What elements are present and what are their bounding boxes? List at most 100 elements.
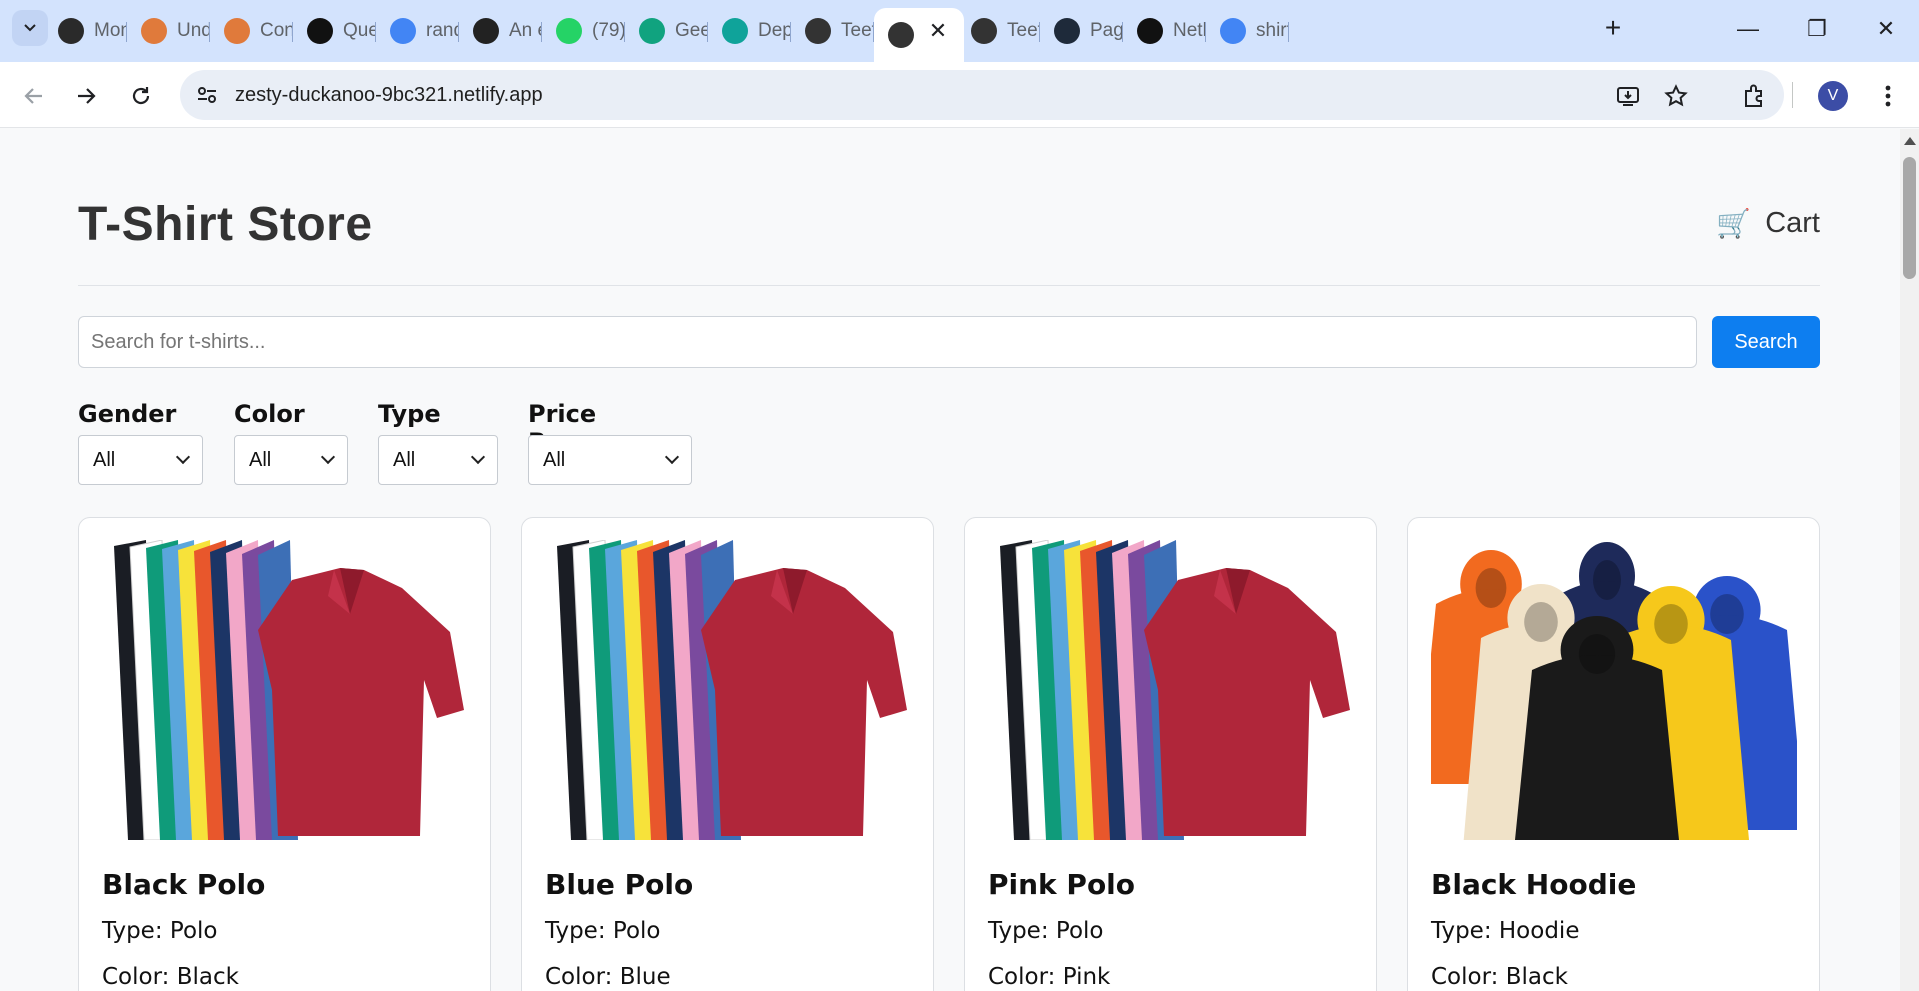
close-window-icon[interactable]: ✕: [1866, 12, 1906, 48]
arrow-left-icon: [24, 88, 42, 104]
product-card[interactable]: Black Polo Type: Polo Color: Black: [78, 517, 491, 991]
install-app-icon[interactable]: [1614, 82, 1642, 110]
tab-title: An e: [509, 20, 542, 41]
product-type: Type: Polo: [545, 918, 661, 944]
front-polo-shirt: [1144, 568, 1350, 836]
product-type: Type: Polo: [988, 918, 1104, 944]
select-value: All: [249, 448, 272, 471]
product-name: Blue Polo: [545, 868, 694, 901]
tab-title: Que: [343, 20, 376, 41]
close-tab-icon[interactable]: ✕: [926, 20, 950, 44]
browser-tab[interactable]: Que: [293, 8, 376, 54]
browser-tab[interactable]: Netl: [1123, 8, 1206, 54]
arrow-right-icon: [78, 88, 96, 104]
url-text: zesty-duckanoo-9bc321.netlify.app: [235, 84, 543, 106]
tab-title: Pag: [1090, 20, 1123, 41]
tab-title: Con: [260, 20, 293, 41]
tab-title: rand: [426, 20, 459, 41]
tshirt-favicon-icon: [888, 22, 914, 48]
polo-shirts-image: [102, 540, 468, 840]
page-title: T-Shirt Store: [78, 198, 373, 251]
browser-toolbar: zesty-duckanoo-9bc321.netlify.app V: [0, 62, 1919, 128]
cart-icon: 🛒: [1716, 208, 1752, 239]
price-range-select[interactable]: All: [528, 435, 692, 485]
select-value: All: [393, 448, 416, 471]
browser-tab[interactable]: Pag: [1040, 8, 1123, 54]
browser-tab[interactable]: Teef: [791, 8, 874, 54]
profile-avatar[interactable]: V: [1818, 81, 1848, 111]
scrollbar-thumb[interactable]: [1903, 157, 1916, 279]
tshirt-favicon-icon: [805, 18, 831, 44]
cart-label: Cart: [1765, 207, 1820, 239]
minimize-icon[interactable]: —: [1728, 12, 1768, 48]
browser-tab[interactable]: Gee: [625, 8, 708, 54]
tab-title: Teef: [841, 20, 874, 41]
product-name: Pink Polo: [988, 868, 1136, 901]
chatgpt-green-icon: [639, 18, 665, 44]
color-select[interactable]: All: [234, 435, 348, 485]
browser-tab[interactable]: (79): [542, 8, 625, 54]
restore-window-icon[interactable]: ❐: [1797, 12, 1837, 48]
filter-price-range: Price Range All: [528, 400, 692, 485]
more-options-icon[interactable]: [1876, 80, 1900, 112]
filter-type: Type All: [378, 400, 498, 485]
type-select[interactable]: All: [378, 435, 498, 485]
bookmark-star-icon[interactable]: [1662, 82, 1690, 110]
tab-title: Dep: [758, 20, 791, 41]
filter-color: Color All: [234, 400, 348, 485]
search-button[interactable]: Search: [1712, 316, 1820, 368]
tab-title: Teef: [1007, 20, 1040, 41]
front-polo-shirt: [258, 568, 464, 836]
chevron-down-icon: [175, 449, 191, 465]
browser-tab[interactable]: An e: [459, 8, 542, 54]
site-info-icon[interactable]: [194, 82, 220, 108]
whatsapp-icon: [556, 18, 582, 44]
browser-tab[interactable]: rand: [376, 8, 459, 54]
new-tab-button[interactable]: +: [1598, 14, 1628, 44]
page-scrollbar[interactable]: [1900, 129, 1919, 991]
tab-strip: Mon Und Con Que rand An e (79) Gee Dep Teef ✕ Teef P…: [0, 0, 1919, 62]
back-button[interactable]: [14, 76, 54, 116]
tab-title: shirt: [1256, 20, 1289, 41]
browser-tab[interactable]: Dep: [708, 8, 791, 54]
product-type: Type: Hoodie: [1431, 918, 1580, 944]
product-card[interactable]: Black Hoodie Type: Hoodie Color: Black: [1407, 517, 1820, 991]
product-color: Color: Blue: [545, 964, 671, 990]
browser-tab[interactable]: shirt: [1206, 8, 1289, 54]
tshirt-favicon-icon: [971, 18, 997, 44]
search-input[interactable]: [78, 316, 1697, 368]
browser-tab[interactable]: ✕: [874, 8, 964, 62]
extensions-icon[interactable]: [1740, 82, 1768, 110]
product-name: Black Hoodie: [1431, 868, 1637, 901]
product-color: Color: Black: [102, 964, 239, 990]
product-card[interactable]: Pink Polo Type: Polo Color: Pink: [964, 517, 1377, 991]
tab-search-button[interactable]: [12, 10, 48, 46]
google-logo-icon: [1220, 18, 1246, 44]
browser-tab[interactable]: Con: [210, 8, 293, 54]
reload-button[interactable]: [121, 76, 161, 116]
filter-label: Color: [234, 400, 305, 428]
chevron-down-icon: [664, 449, 680, 465]
filter-label: Gender: [78, 400, 177, 428]
scroll-up-arrow-icon[interactable]: [1904, 137, 1916, 145]
browser-tab[interactable]: Mon: [44, 8, 127, 54]
select-value: All: [93, 448, 116, 471]
product-name: Black Polo: [102, 868, 266, 901]
toolbar-separator: [1792, 82, 1793, 108]
product-card[interactable]: Blue Polo Type: Polo Color: Blue: [521, 517, 934, 991]
polo-shirts-image: [545, 540, 911, 840]
cart-button[interactable]: 🛒 Cart: [1716, 207, 1820, 240]
address-bar[interactable]: zesty-duckanoo-9bc321.netlify.app: [180, 70, 1784, 120]
page-viewport: T-Shirt Store 🛒 Cart Search Gender All C…: [0, 129, 1900, 991]
product-color: Color: Pink: [988, 964, 1111, 990]
netlify-logo-icon: [722, 18, 748, 44]
polo-shirts-image: [988, 540, 1354, 840]
openai-logo-icon: [307, 18, 333, 44]
browser-tab[interactable]: Und: [127, 8, 210, 54]
filter-gender: Gender All: [78, 400, 203, 485]
gender-select[interactable]: All: [78, 435, 203, 485]
browser-tab[interactable]: Teef: [957, 8, 1040, 54]
profile-badge-icon: [141, 18, 167, 44]
reload-icon: [132, 87, 150, 105]
forward-button[interactable]: [66, 76, 106, 116]
